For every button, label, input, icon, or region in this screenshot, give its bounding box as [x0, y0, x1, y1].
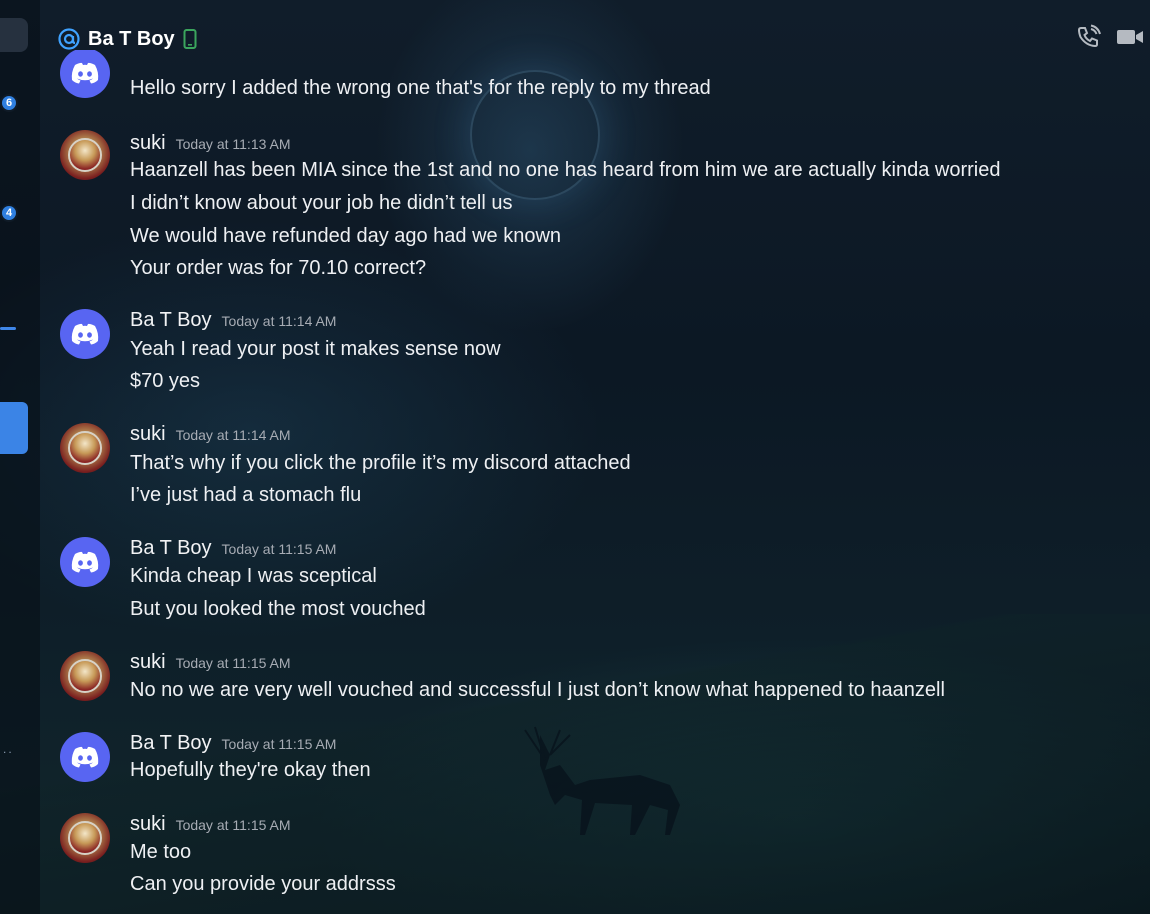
- author-name[interactable]: suki: [130, 423, 166, 446]
- message-text: We would have refunded day ago had we kn…: [130, 225, 562, 247]
- timestamp: Today at 11:15 AM: [175, 817, 291, 833]
- author-name[interactable]: Ba T Boy: [130, 309, 212, 332]
- author-name[interactable]: suki: [130, 132, 166, 155]
- server-icon-active[interactable]: [0, 402, 28, 454]
- avatar[interactable]: [60, 813, 110, 863]
- message-list: Hello sorry I added the wrong one that's…: [40, 50, 1150, 914]
- message-text: Your order was for 70.10 correct?: [130, 257, 427, 279]
- avatar[interactable]: [60, 50, 110, 98]
- author-name[interactable]: Ba T Boy: [130, 537, 212, 560]
- avatar[interactable]: [60, 651, 110, 701]
- timestamp: Today at 11:15 AM: [175, 655, 291, 671]
- message-text: Haanzell has been MIA since the 1st and …: [130, 159, 1001, 181]
- unread-indicator: [0, 327, 16, 330]
- author-name[interactable]: suki: [130, 651, 166, 674]
- message-text: I didn’t know about your job he didn’t t…: [130, 192, 513, 214]
- avatar[interactable]: [60, 537, 110, 587]
- dm-title: Ba T Boy: [88, 27, 175, 50]
- message-text: Me too: [130, 841, 192, 863]
- server-icon-partial[interactable]: [0, 18, 28, 52]
- discord-logo-icon: [71, 551, 99, 573]
- avatar[interactable]: [60, 423, 110, 473]
- message-text: $70 yes: [130, 370, 201, 392]
- video-call-icon[interactable]: [1116, 26, 1144, 48]
- timestamp: Today at 11:14 AM: [175, 427, 291, 443]
- message-text: But you looked the most vouched: [130, 598, 426, 620]
- discord-logo-icon: [71, 323, 99, 345]
- author-name[interactable]: Ba T Boy: [130, 732, 212, 755]
- message-text: Can you provide your addrsss: [130, 873, 396, 895]
- more-icon[interactable]: ..: [3, 742, 14, 756]
- message-text: Hello sorry I added the wrong one that's…: [130, 77, 711, 99]
- mention-badge[interactable]: 4: [0, 204, 18, 222]
- mention-badge[interactable]: 6: [0, 94, 18, 112]
- timestamp: Today at 11:15 AM: [221, 541, 337, 557]
- avatar[interactable]: [60, 732, 110, 782]
- mobile-phone-icon: [183, 29, 197, 49]
- voice-call-icon[interactable]: [1076, 24, 1102, 50]
- avatar[interactable]: [60, 130, 110, 180]
- timestamp: Today at 11:13 AM: [175, 136, 291, 152]
- timestamp: Today at 11:15 AM: [221, 736, 337, 752]
- timestamp: Today at 11:14 AM: [221, 313, 337, 329]
- message-text: Yeah I read your post it makes sense now: [130, 338, 501, 360]
- message-text: Hopefully they're okay then: [130, 759, 371, 781]
- author-name[interactable]: suki: [130, 813, 166, 836]
- discord-logo-icon: [71, 62, 99, 84]
- message-text: I’ve just had a stomach flu: [130, 484, 362, 506]
- avatar[interactable]: [60, 309, 110, 359]
- discord-logo-icon: [71, 746, 99, 768]
- message-text: No no we are very well vouched and succe…: [130, 679, 945, 701]
- at-icon: [58, 28, 80, 50]
- message-text: That’s why if you click the profile it’s…: [130, 452, 631, 474]
- server-rail: 6 4 ..: [0, 0, 40, 914]
- message-group: Hello sorry I added the wrong one that's…: [40, 50, 1150, 110]
- message-text: Kinda cheap I was sceptical: [130, 565, 377, 587]
